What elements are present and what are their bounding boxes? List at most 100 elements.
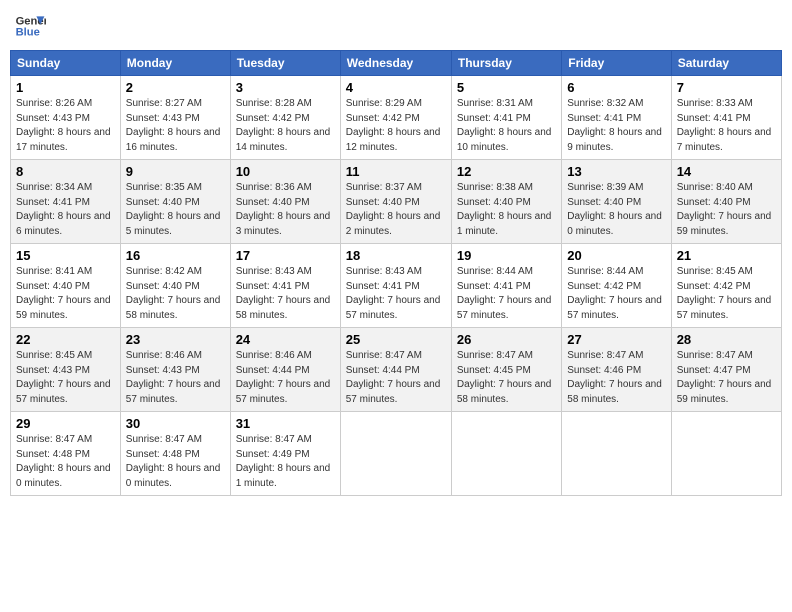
calendar-cell: 13 Sunrise: 8:39 AM Sunset: 4:40 PM Dayl… <box>562 160 671 244</box>
day-number: 13 <box>567 164 665 179</box>
calendar-cell: 3 Sunrise: 8:28 AM Sunset: 4:42 PM Dayli… <box>230 76 340 160</box>
day-number: 15 <box>16 248 115 263</box>
day-detail: Sunrise: 8:45 AM Sunset: 4:42 PM Dayligh… <box>677 265 776 323</box>
day-number: 29 <box>16 416 115 431</box>
day-detail: Sunrise: 8:44 AM Sunset: 4:42 PM Dayligh… <box>567 265 665 323</box>
calendar-cell: 16 Sunrise: 8:42 AM Sunset: 4:40 PM Dayl… <box>120 244 230 328</box>
day-number: 30 <box>126 416 225 431</box>
day-number: 3 <box>236 80 335 95</box>
day-detail: Sunrise: 8:47 AM Sunset: 4:48 PM Dayligh… <box>16 433 115 491</box>
day-detail: Sunrise: 8:44 AM Sunset: 4:41 PM Dayligh… <box>457 265 556 323</box>
day-number: 2 <box>126 80 225 95</box>
calendar-cell: 27 Sunrise: 8:47 AM Sunset: 4:46 PM Dayl… <box>562 328 671 412</box>
calendar-cell: 4 Sunrise: 8:29 AM Sunset: 4:42 PM Dayli… <box>340 76 451 160</box>
calendar-cell: 5 Sunrise: 8:31 AM Sunset: 4:41 PM Dayli… <box>451 76 561 160</box>
weekday-header-thursday: Thursday <box>451 51 561 76</box>
weekday-header-monday: Monday <box>120 51 230 76</box>
day-number: 16 <box>126 248 225 263</box>
day-number: 28 <box>677 332 776 347</box>
day-detail: Sunrise: 8:42 AM Sunset: 4:40 PM Dayligh… <box>126 265 225 323</box>
day-detail: Sunrise: 8:29 AM Sunset: 4:42 PM Dayligh… <box>346 97 446 155</box>
day-detail: Sunrise: 8:40 AM Sunset: 4:40 PM Dayligh… <box>677 181 776 239</box>
day-number: 23 <box>126 332 225 347</box>
calendar-cell: 6 Sunrise: 8:32 AM Sunset: 4:41 PM Dayli… <box>562 76 671 160</box>
calendar-cell <box>671 412 781 496</box>
calendar-cell: 20 Sunrise: 8:44 AM Sunset: 4:42 PM Dayl… <box>562 244 671 328</box>
page-header: General Blue <box>10 10 782 42</box>
day-detail: Sunrise: 8:37 AM Sunset: 4:40 PM Dayligh… <box>346 181 446 239</box>
day-number: 8 <box>16 164 115 179</box>
day-detail: Sunrise: 8:47 AM Sunset: 4:49 PM Dayligh… <box>236 433 335 491</box>
weekday-header-tuesday: Tuesday <box>230 51 340 76</box>
day-detail: Sunrise: 8:35 AM Sunset: 4:40 PM Dayligh… <box>126 181 225 239</box>
calendar-cell: 10 Sunrise: 8:36 AM Sunset: 4:40 PM Dayl… <box>230 160 340 244</box>
weekday-header-sunday: Sunday <box>11 51 121 76</box>
day-detail: Sunrise: 8:28 AM Sunset: 4:42 PM Dayligh… <box>236 97 335 155</box>
day-detail: Sunrise: 8:43 AM Sunset: 4:41 PM Dayligh… <box>236 265 335 323</box>
day-number: 22 <box>16 332 115 347</box>
calendar-cell: 14 Sunrise: 8:40 AM Sunset: 4:40 PM Dayl… <box>671 160 781 244</box>
calendar-cell: 11 Sunrise: 8:37 AM Sunset: 4:40 PM Dayl… <box>340 160 451 244</box>
day-detail: Sunrise: 8:47 AM Sunset: 4:47 PM Dayligh… <box>677 349 776 407</box>
day-number: 19 <box>457 248 556 263</box>
calendar-cell <box>340 412 451 496</box>
day-detail: Sunrise: 8:39 AM Sunset: 4:40 PM Dayligh… <box>567 181 665 239</box>
day-detail: Sunrise: 8:47 AM Sunset: 4:45 PM Dayligh… <box>457 349 556 407</box>
calendar-cell: 19 Sunrise: 8:44 AM Sunset: 4:41 PM Dayl… <box>451 244 561 328</box>
weekday-header-friday: Friday <box>562 51 671 76</box>
day-number: 10 <box>236 164 335 179</box>
calendar-table: SundayMondayTuesdayWednesdayThursdayFrid… <box>10 50 782 496</box>
calendar-cell: 26 Sunrise: 8:47 AM Sunset: 4:45 PM Dayl… <box>451 328 561 412</box>
calendar-cell: 23 Sunrise: 8:46 AM Sunset: 4:43 PM Dayl… <box>120 328 230 412</box>
day-number: 4 <box>346 80 446 95</box>
day-detail: Sunrise: 8:43 AM Sunset: 4:41 PM Dayligh… <box>346 265 446 323</box>
calendar-cell: 28 Sunrise: 8:47 AM Sunset: 4:47 PM Dayl… <box>671 328 781 412</box>
day-detail: Sunrise: 8:31 AM Sunset: 4:41 PM Dayligh… <box>457 97 556 155</box>
day-number: 27 <box>567 332 665 347</box>
day-detail: Sunrise: 8:47 AM Sunset: 4:46 PM Dayligh… <box>567 349 665 407</box>
day-number: 9 <box>126 164 225 179</box>
calendar-cell: 9 Sunrise: 8:35 AM Sunset: 4:40 PM Dayli… <box>120 160 230 244</box>
day-number: 12 <box>457 164 556 179</box>
weekday-header-wednesday: Wednesday <box>340 51 451 76</box>
day-detail: Sunrise: 8:33 AM Sunset: 4:41 PM Dayligh… <box>677 97 776 155</box>
day-number: 24 <box>236 332 335 347</box>
day-detail: Sunrise: 8:47 AM Sunset: 4:48 PM Dayligh… <box>126 433 225 491</box>
day-number: 21 <box>677 248 776 263</box>
calendar-cell: 17 Sunrise: 8:43 AM Sunset: 4:41 PM Dayl… <box>230 244 340 328</box>
day-number: 7 <box>677 80 776 95</box>
day-number: 26 <box>457 332 556 347</box>
calendar-cell: 12 Sunrise: 8:38 AM Sunset: 4:40 PM Dayl… <box>451 160 561 244</box>
logo: General Blue <box>14 10 50 42</box>
svg-text:Blue: Blue <box>16 27 40 39</box>
calendar-cell: 1 Sunrise: 8:26 AM Sunset: 4:43 PM Dayli… <box>11 76 121 160</box>
day-detail: Sunrise: 8:36 AM Sunset: 4:40 PM Dayligh… <box>236 181 335 239</box>
day-number: 5 <box>457 80 556 95</box>
calendar-cell <box>451 412 561 496</box>
calendar-cell: 24 Sunrise: 8:46 AM Sunset: 4:44 PM Dayl… <box>230 328 340 412</box>
day-number: 14 <box>677 164 776 179</box>
calendar-cell: 22 Sunrise: 8:45 AM Sunset: 4:43 PM Dayl… <box>11 328 121 412</box>
day-detail: Sunrise: 8:45 AM Sunset: 4:43 PM Dayligh… <box>16 349 115 407</box>
day-detail: Sunrise: 8:32 AM Sunset: 4:41 PM Dayligh… <box>567 97 665 155</box>
weekday-header-saturday: Saturday <box>671 51 781 76</box>
calendar-cell: 7 Sunrise: 8:33 AM Sunset: 4:41 PM Dayli… <box>671 76 781 160</box>
calendar-cell: 18 Sunrise: 8:43 AM Sunset: 4:41 PM Dayl… <box>340 244 451 328</box>
calendar-cell: 30 Sunrise: 8:47 AM Sunset: 4:48 PM Dayl… <box>120 412 230 496</box>
calendar-cell: 31 Sunrise: 8:47 AM Sunset: 4:49 PM Dayl… <box>230 412 340 496</box>
day-detail: Sunrise: 8:38 AM Sunset: 4:40 PM Dayligh… <box>457 181 556 239</box>
calendar-cell: 25 Sunrise: 8:47 AM Sunset: 4:44 PM Dayl… <box>340 328 451 412</box>
day-number: 1 <box>16 80 115 95</box>
calendar-cell <box>562 412 671 496</box>
day-detail: Sunrise: 8:46 AM Sunset: 4:43 PM Dayligh… <box>126 349 225 407</box>
day-number: 11 <box>346 164 446 179</box>
calendar-cell: 2 Sunrise: 8:27 AM Sunset: 4:43 PM Dayli… <box>120 76 230 160</box>
day-detail: Sunrise: 8:46 AM Sunset: 4:44 PM Dayligh… <box>236 349 335 407</box>
day-detail: Sunrise: 8:27 AM Sunset: 4:43 PM Dayligh… <box>126 97 225 155</box>
day-detail: Sunrise: 8:41 AM Sunset: 4:40 PM Dayligh… <box>16 265 115 323</box>
day-detail: Sunrise: 8:47 AM Sunset: 4:44 PM Dayligh… <box>346 349 446 407</box>
day-number: 25 <box>346 332 446 347</box>
calendar-cell: 21 Sunrise: 8:45 AM Sunset: 4:42 PM Dayl… <box>671 244 781 328</box>
calendar-cell: 8 Sunrise: 8:34 AM Sunset: 4:41 PM Dayli… <box>11 160 121 244</box>
calendar-cell: 15 Sunrise: 8:41 AM Sunset: 4:40 PM Dayl… <box>11 244 121 328</box>
